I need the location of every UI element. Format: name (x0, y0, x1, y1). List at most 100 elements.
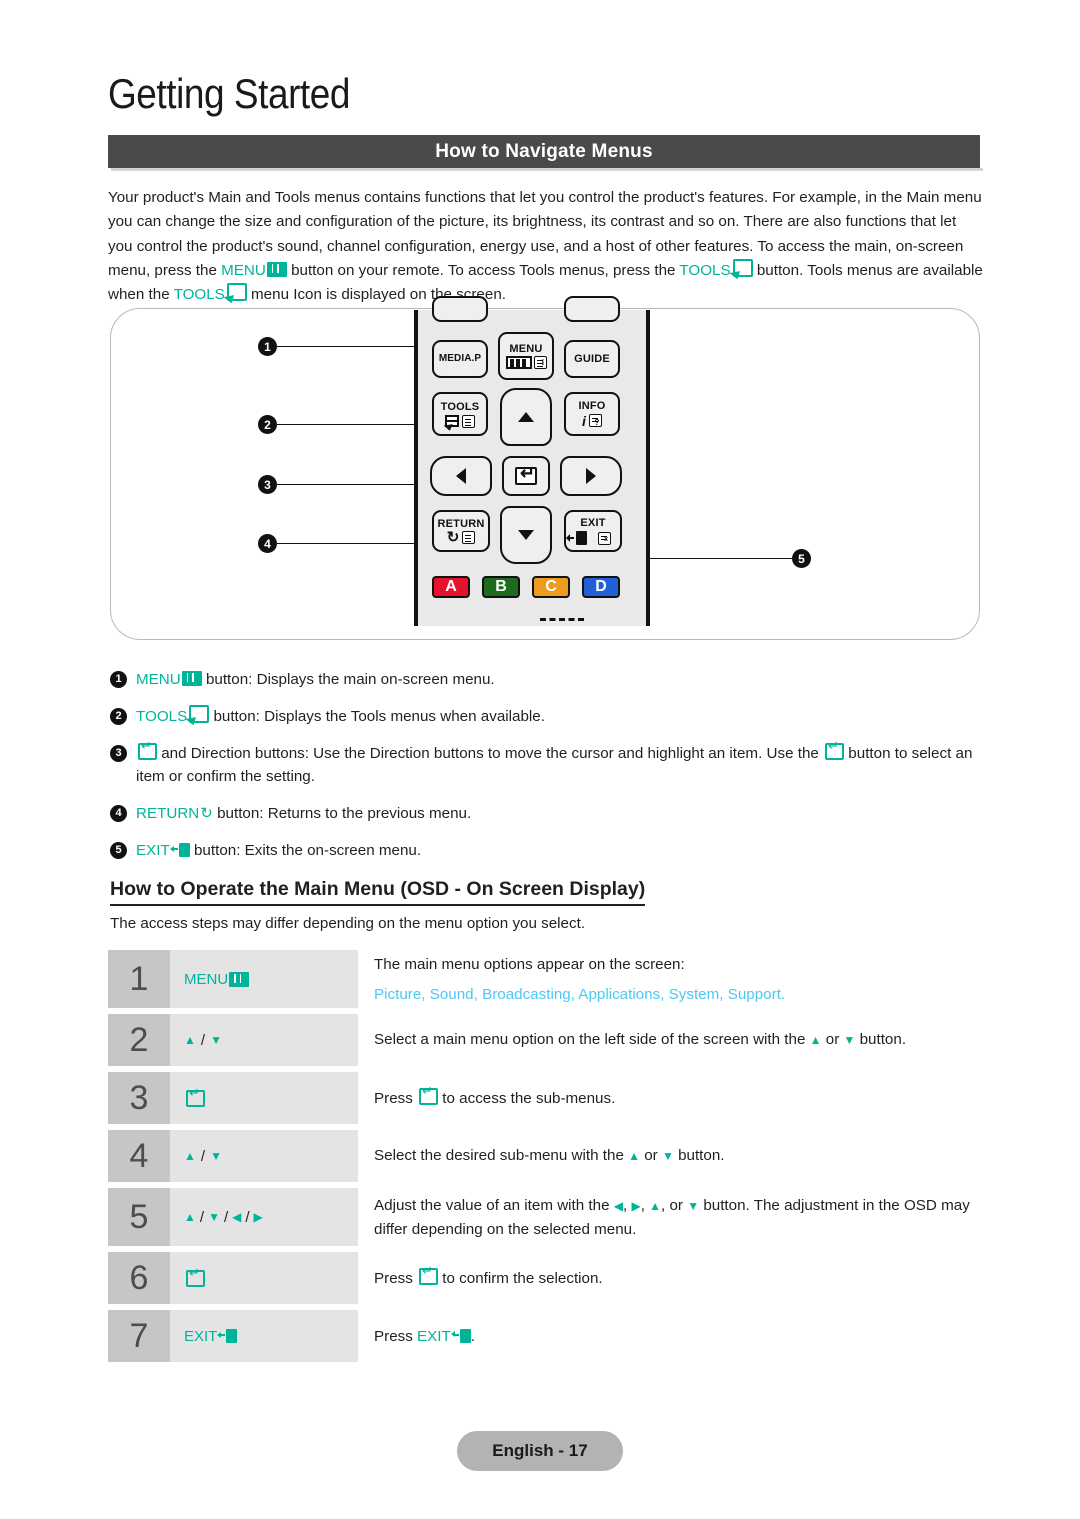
remote-color-button-b[interactable]: B (482, 576, 520, 598)
remote-button-guide[interactable]: GUIDE (564, 340, 620, 378)
step-desc-5-line: Adjust the value of an item with the ◀ , … (374, 1194, 984, 1241)
step-desc-2-mid: or (821, 1031, 844, 1048)
remote-color-button-d[interactable]: D (582, 576, 620, 598)
callout-marker-3: 3 (258, 475, 277, 494)
table-row: 7 EXIT Press EXIT. (108, 1310, 984, 1362)
legend-text-2: button: Displays the Tools menus when av… (209, 708, 545, 725)
step-key-5: ▲ / ▼ / ◀ / ▶ (170, 1188, 358, 1246)
step-desc-6-post: to confirm the selection. (438, 1269, 603, 1287)
step-number-6: 6 (108, 1252, 170, 1304)
legend-item-4: 4 RETURN↻ button: Returns to the previou… (110, 802, 986, 825)
sep-comma-2: , (640, 1196, 650, 1214)
tools-icon (732, 258, 753, 277)
exit-icon (169, 843, 190, 857)
step-key-1-label: MENU (184, 970, 229, 988)
remote-button-media-p[interactable]: MEDIA.P (432, 340, 488, 378)
remote-color-button-c[interactable]: C (532, 576, 570, 598)
step-desc-2: Select a main menu option on the left si… (358, 1014, 984, 1066)
step-key-2: ▲ / ▼ (170, 1014, 358, 1066)
intro-paragraph: Your product's Main and Tools menus cont… (108, 186, 984, 307)
menu-icon (266, 261, 287, 277)
remote-color-button-a[interactable]: A (432, 576, 470, 598)
step-desc-6: Press to confirm the selection. (358, 1252, 984, 1304)
legend-key-1: MENU (136, 671, 181, 688)
legend-text-1: button: Displays the main on-screen menu… (201, 671, 495, 688)
remote-button-enter[interactable] (502, 456, 550, 496)
legend-badge-5: 5 (110, 842, 127, 859)
step-desc-7: Press EXIT. (358, 1310, 984, 1362)
intro-text-part2: button on your remote. To access Tools m… (286, 261, 680, 279)
menu-icon (181, 671, 202, 686)
step-desc-2-post: button. (855, 1031, 907, 1048)
legend-text-5: button: Exits the on-screen menu. (189, 842, 422, 859)
remote-button-right[interactable] (560, 456, 622, 496)
sep-or: , or (661, 1196, 688, 1214)
step-number-7: 7 (108, 1310, 170, 1362)
enter-icon (419, 1264, 439, 1285)
legend-item-3: 3 and Direction buttons: Use the Directi… (110, 739, 986, 788)
step-desc-4-line: Select the desired sub-menu with the ▲ o… (374, 1144, 984, 1168)
callout-marker-2: 2 (258, 415, 277, 434)
menu-icon (229, 971, 250, 987)
step-desc-3-pre: Press (374, 1089, 418, 1107)
key-separator: / (200, 1031, 206, 1049)
legend-badge-1: 1 (110, 671, 127, 688)
legend-item-5: 5 EXIT button: Exits the on-screen menu. (110, 839, 986, 862)
info-doc-icon: ? (588, 414, 602, 427)
remote-button-up[interactable] (500, 388, 552, 446)
remote-button-exit[interactable]: EXIT x (564, 510, 622, 552)
return-icon: ↻ (200, 805, 213, 822)
arrow-down-icon: ▼ (661, 1149, 674, 1163)
menu-options-list: Picture, Sound, Broadcasting, Applicatio… (374, 985, 786, 1003)
step-desc-1: The main menu options appear on the scre… (358, 950, 984, 1008)
step-number-1: 1 (108, 950, 170, 1008)
step-desc-7-pre: Press (374, 1327, 418, 1345)
legend-key-4: RETURN (136, 805, 200, 822)
remote-button-tools[interactable]: TOOLS (432, 392, 488, 436)
remote-button-tools-label: TOOLS (440, 400, 480, 413)
step-number-2: 2 (108, 1014, 170, 1066)
step-desc-3: Press to access the sub-menus. (358, 1072, 984, 1124)
legend-item-2: 2 TOOLS button: Displays the Tools menus… (110, 705, 986, 728)
table-row: 3 Press to access the sub-menus. (108, 1072, 984, 1124)
enter-icon-2 (825, 739, 845, 760)
remote-control-body: MEDIA.P MENU i GUIDE TOOLS INFO i ? ↵ RE… (414, 296, 650, 626)
arrow-down-icon: ▼ (843, 1033, 856, 1047)
step-key-6 (170, 1252, 358, 1304)
enter-icon (186, 1086, 205, 1107)
step-number-3: 3 (108, 1072, 170, 1124)
step-desc-2-line: Select a main menu option on the left si… (374, 1028, 984, 1052)
remote-button-down[interactable] (500, 506, 552, 564)
arrow-right-icon (586, 468, 596, 484)
remote-color-button-a-label: A (445, 578, 457, 595)
step-desc-5: Adjust the value of an item with the ◀ , … (358, 1188, 984, 1246)
menu-bars-icon (505, 356, 532, 369)
remote-button-left[interactable] (430, 456, 492, 496)
arrow-up-icon: ▲ (628, 1149, 640, 1163)
arrow-left-icon (456, 468, 466, 484)
legend-badge-2: 2 (110, 708, 127, 725)
step-desc-7-post: . (470, 1327, 476, 1345)
exit-doc-icon: x (597, 531, 611, 545)
table-row: 4 ▲ / ▼ Select the desired sub-menu with… (108, 1130, 984, 1182)
remote-button-menu[interactable]: MENU i (498, 332, 554, 380)
legend-key-2: TOOLS (136, 708, 188, 725)
table-row: 2 ▲ / ▼ Select a main menu option on the… (108, 1014, 984, 1066)
arrow-left-icon: ◀ (613, 1198, 623, 1213)
menu-keyword: MENU (221, 261, 266, 279)
step-key-7-label: EXIT (184, 1327, 218, 1345)
remote-button-return-label: RETURN (437, 517, 485, 530)
table-row: 5 ▲ / ▼ / ◀ / ▶ Adjust the value of an i… (108, 1188, 984, 1246)
arrow-down-icon: ▼ (208, 1210, 220, 1224)
return-doc-icon (462, 531, 476, 544)
remote-color-button-d-label: D (595, 578, 607, 595)
callout-marker-5: 5 (792, 549, 811, 568)
step-desc-7-line: Press EXIT. (374, 1325, 984, 1348)
remote-button-return[interactable]: RETURN ↻ (432, 510, 490, 552)
arrow-down-icon (518, 530, 534, 540)
key-separator: / (245, 1208, 250, 1226)
manual-page: Getting Started How to Navigate Menus Yo… (0, 0, 1080, 1519)
step-desc-4: Select the desired sub-menu with the ▲ o… (358, 1130, 984, 1182)
arrow-left-icon: ◀ (232, 1210, 242, 1224)
remote-button-info[interactable]: INFO i ? (564, 392, 620, 436)
